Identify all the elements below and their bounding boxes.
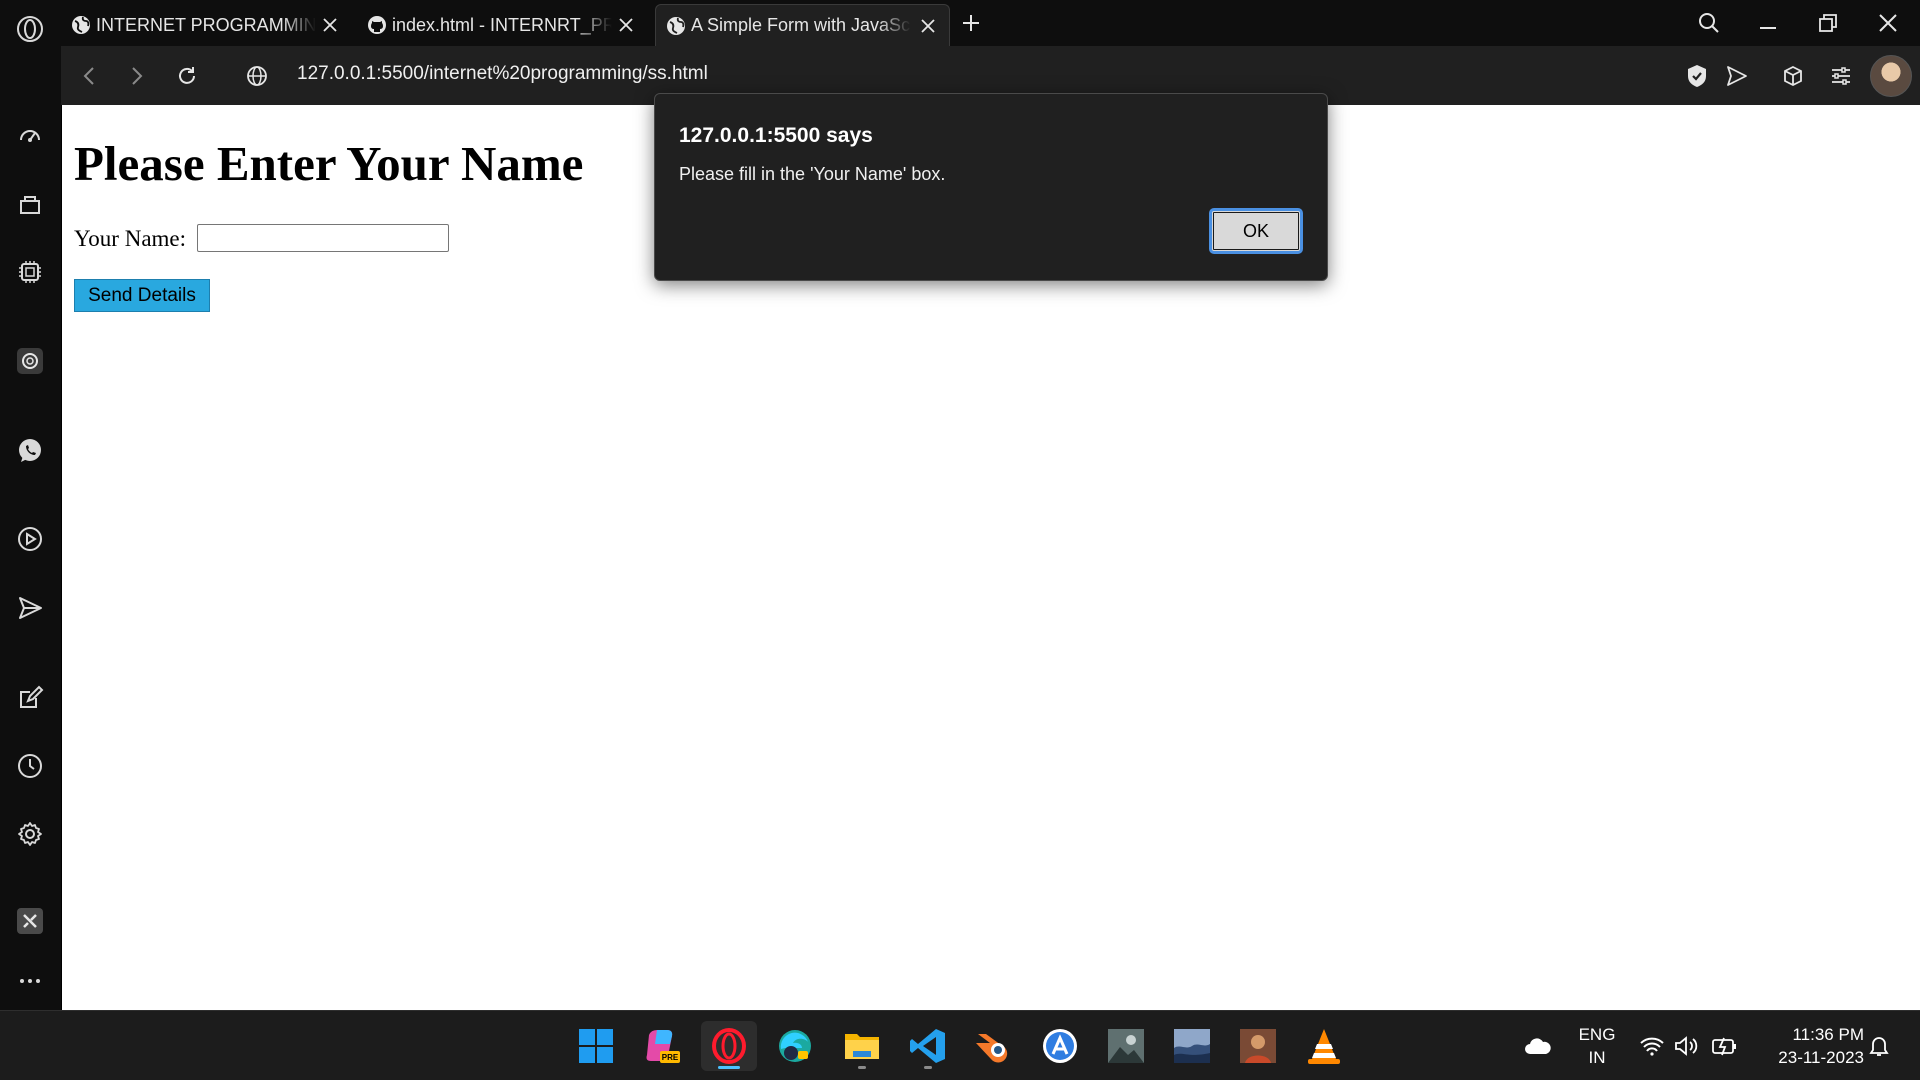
settings-icon[interactable] <box>12 816 48 852</box>
your-name-input[interactable] <box>197 224 449 252</box>
forward-button[interactable] <box>121 60 153 92</box>
file-explorer-icon[interactable] <box>837 1021 887 1071</box>
send-icon[interactable] <box>12 590 48 626</box>
url-host: 127.0.0.1 <box>297 63 377 84</box>
tab-title: INTERNET PROGRAMMING <box>96 14 316 35</box>
whatsapp-icon[interactable] <box>12 433 48 469</box>
send-details-button[interactable]: Send Details <box>74 279 210 312</box>
alert-dialog: 127.0.0.1:5500 says Please fill in the '… <box>654 93 1328 281</box>
history-icon[interactable] <box>12 748 48 784</box>
url-path: :5500/internet%20programming/ss.html <box>376 63 708 84</box>
alert-title: 127.0.0.1:5500 says <box>679 124 873 147</box>
volume-icon[interactable] <box>1671 1031 1701 1061</box>
tab-simple-form[interactable]: A Simple Form with JavaScript <box>655 4 950 46</box>
clock-time: 11:36 PM <box>1792 1025 1864 1044</box>
language-indicator[interactable]: ENG IN <box>1572 1023 1622 1069</box>
shopping-icon[interactable] <box>12 186 48 222</box>
blender-icon[interactable] <box>968 1021 1018 1071</box>
extension-cube-icon[interactable] <box>1777 60 1809 92</box>
onedrive-cloud-icon[interactable] <box>1522 1031 1554 1061</box>
send-to-flow-icon[interactable] <box>1721 60 1753 92</box>
browser-sidebar <box>0 0 61 1010</box>
clock[interactable]: 11:36 PM 23-11-2023 <box>1756 1023 1864 1069</box>
close-icon[interactable] <box>615 14 637 36</box>
language-line-2: IN <box>1588 1048 1606 1067</box>
opera-logo-icon[interactable] <box>12 11 48 47</box>
photo-app-3-icon[interactable] <box>1233 1021 1283 1071</box>
active-app-indicator <box>718 1066 740 1069</box>
photo-app-1-icon[interactable] <box>1101 1021 1151 1071</box>
battery-charging-icon[interactable] <box>1709 1031 1741 1061</box>
new-tab-button[interactable] <box>956 8 986 38</box>
tab-internet-programming[interactable]: INTERNET PROGRAMMING <box>61 4 351 46</box>
adblock-shield-icon[interactable] <box>1681 60 1713 92</box>
pinboard-icon[interactable] <box>12 680 48 716</box>
close-window-button[interactable] <box>1871 8 1905 38</box>
copilot-preview-icon[interactable]: PRE <box>637 1021 687 1071</box>
globe-icon <box>667 16 685 35</box>
globe-icon <box>72 16 90 34</box>
speed-dial-icon[interactable] <box>12 117 48 153</box>
photo-app-2-icon[interactable] <box>1167 1021 1217 1071</box>
github-icon <box>368 16 386 34</box>
tab-title: index.html - INTERNRT_PROGRAMMING <box>392 14 612 35</box>
url-field[interactable]: 127.0.0.1:5500/internet%20programming/ss… <box>297 63 708 85</box>
player-icon[interactable] <box>12 521 48 557</box>
close-icon[interactable] <box>319 14 341 36</box>
running-app-indicator <box>858 1066 866 1069</box>
back-button[interactable] <box>73 60 105 92</box>
easy-setup-icon[interactable] <box>1825 60 1857 92</box>
wifi-icon[interactable] <box>1637 1031 1667 1061</box>
clock-date: 23-11-2023 <box>1778 1048 1864 1067</box>
ai-chip-icon[interactable] <box>12 254 48 290</box>
site-info-icon[interactable] <box>241 60 273 92</box>
language-line-1: ENG <box>1578 1025 1616 1044</box>
chatgpt-icon[interactable] <box>12 343 48 379</box>
notification-bell-icon[interactable] <box>1864 1031 1894 1061</box>
reload-button[interactable] <box>171 60 203 92</box>
tab-github-index[interactable]: index.html - INTERNRT_PROGRAMMING <box>357 4 647 46</box>
tab-strip: INTERNET PROGRAMMING index.html - INTERN… <box>61 0 1920 46</box>
opera-taskbar-icon[interactable] <box>701 1021 757 1071</box>
restore-button[interactable] <box>1811 8 1845 38</box>
page-heading: Please Enter Your Name <box>74 136 584 191</box>
running-app-indicator <box>924 1066 932 1069</box>
windows-taskbar: PRE ENG IN 11:36 PM 23-11-2023 <box>0 1010 1920 1080</box>
alert-ok-button[interactable]: OK <box>1209 208 1303 254</box>
edge-canary-icon[interactable] <box>770 1021 820 1071</box>
minimize-button[interactable] <box>1751 8 1785 38</box>
your-name-label: Your Name: <box>74 226 187 251</box>
alert-message: Please fill in the 'Your Name' box. <box>679 164 946 184</box>
svg-text:PRE: PRE <box>662 1053 679 1062</box>
tab-title: A Simple Form with JavaScript <box>691 15 911 35</box>
more-icon[interactable] <box>12 963 48 999</box>
vscode-icon[interactable] <box>903 1021 953 1071</box>
windows-start-icon[interactable] <box>571 1021 621 1071</box>
search-tabs-icon[interactable] <box>1692 8 1726 38</box>
app-store-icon[interactable] <box>1035 1021 1085 1071</box>
close-icon[interactable] <box>917 15 939 37</box>
profile-avatar[interactable] <box>1870 55 1912 97</box>
vlc-icon[interactable] <box>1299 1021 1349 1071</box>
extensions-icon[interactable] <box>12 903 48 939</box>
